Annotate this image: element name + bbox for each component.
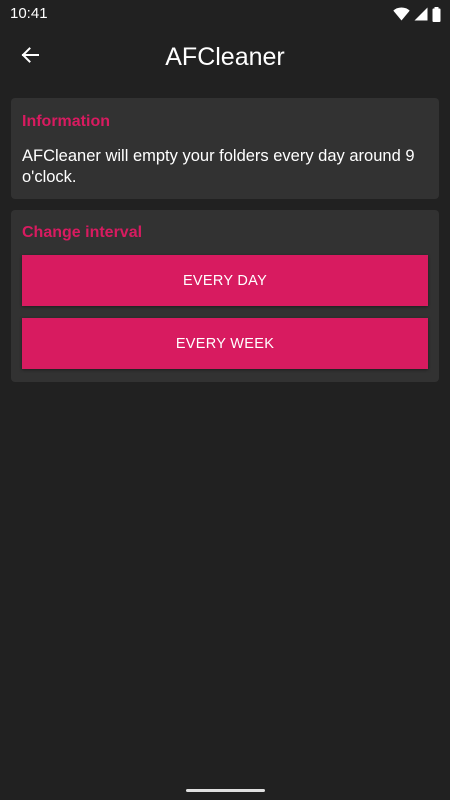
app-bar: AFCleaner: [0, 28, 450, 86]
information-heading: Information: [22, 113, 110, 130]
home-indicator[interactable]: [186, 789, 265, 792]
every-day-button[interactable]: EVERY DAY: [22, 255, 428, 306]
change-interval-heading: Change interval: [22, 224, 143, 241]
change-interval-card: Change interval EVERY DAY EVERY WEEK: [11, 210, 439, 382]
battery-icon: [432, 6, 441, 22]
app-title: AFCleaner: [165, 43, 285, 71]
status-bar: 10:41: [0, 0, 450, 28]
status-time: 10:41: [10, 5, 48, 22]
information-text: AFCleaner will empty your folders every …: [22, 147, 415, 186]
status-icons: [393, 6, 441, 22]
wifi-icon: [393, 7, 410, 21]
every-week-button[interactable]: EVERY WEEK: [22, 318, 428, 369]
signal-icon: [414, 7, 428, 21]
information-card: Information AFCleaner will empty your fo…: [11, 98, 439, 199]
